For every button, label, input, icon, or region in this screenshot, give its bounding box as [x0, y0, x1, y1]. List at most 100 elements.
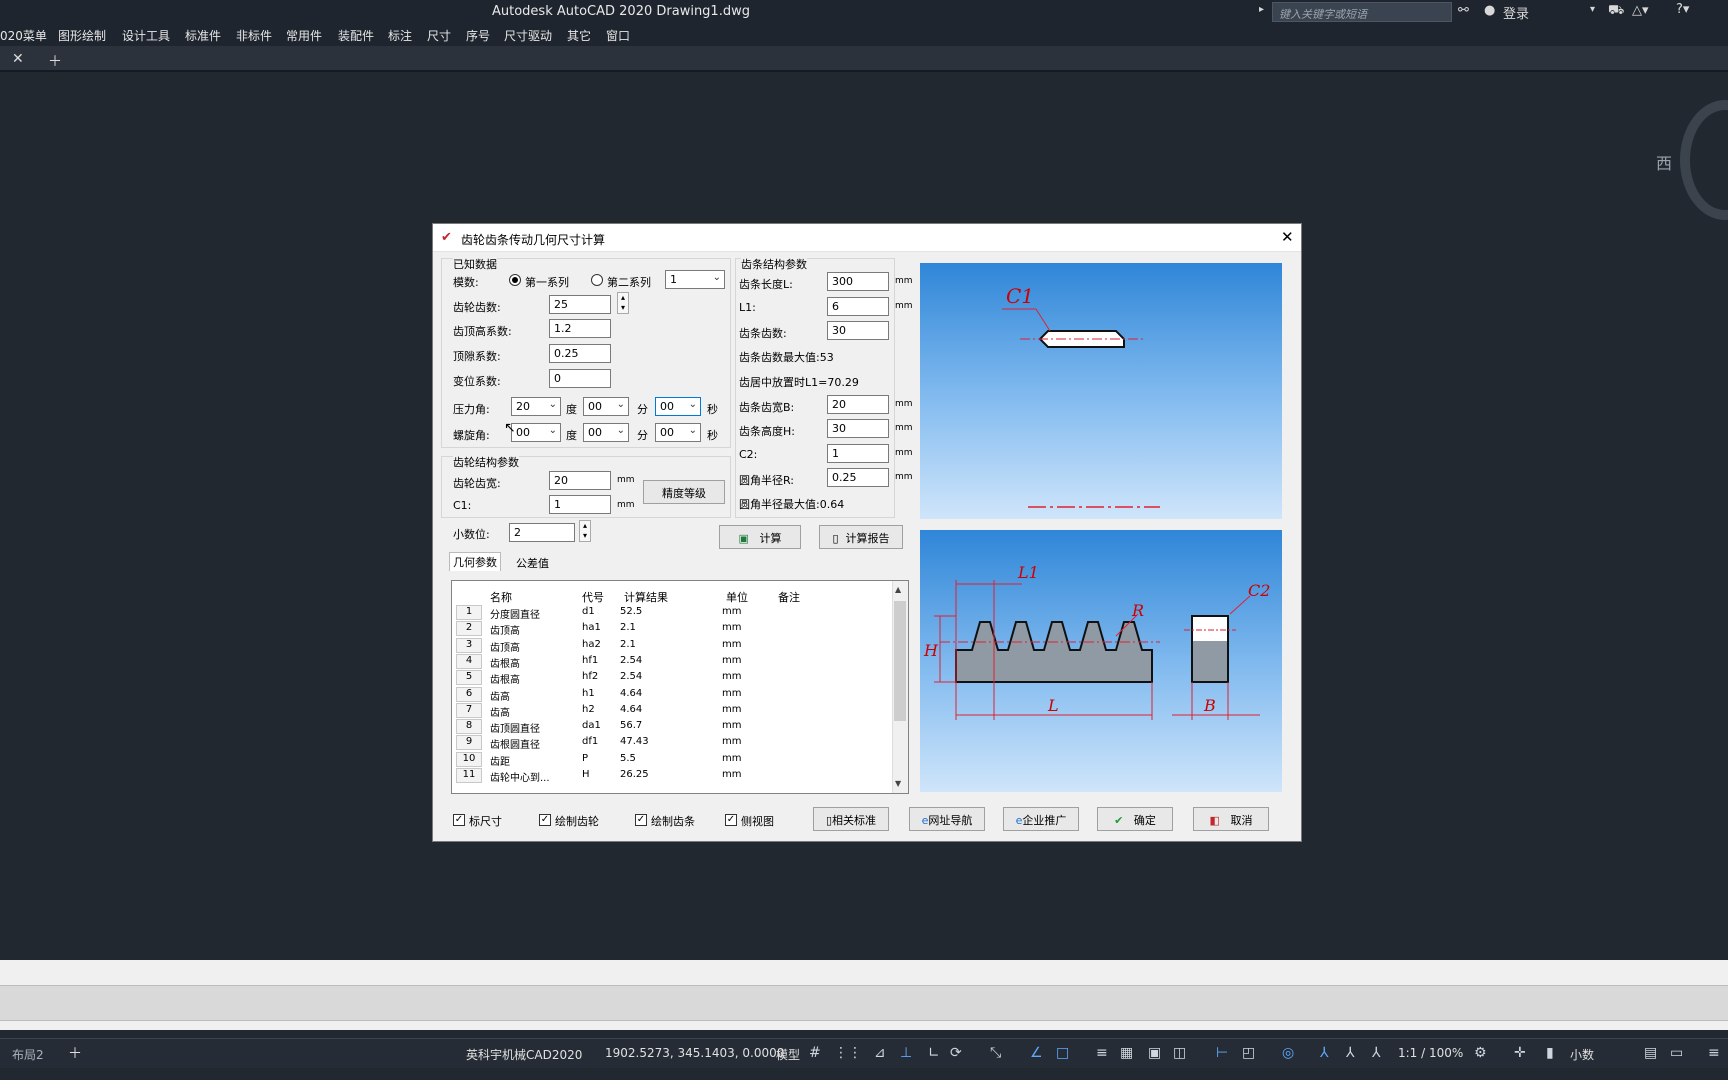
- new-tab-icon[interactable]: ＋: [48, 51, 62, 71]
- annotation-monitor-icon[interactable]: ✛: [1514, 1045, 1526, 1061]
- selection-cycling-icon[interactable]: ▣: [1148, 1045, 1161, 1061]
- enterprise-button[interactable]: e企业推广: [1003, 807, 1079, 831]
- rack-length-input[interactable]: 300: [827, 272, 889, 291]
- c2-input[interactable]: 1: [827, 444, 889, 463]
- side-view-checkbox[interactable]: ✓: [725, 814, 737, 826]
- table-row[interactable]: 3 齿顶高 ha2 2.1 mm: [452, 637, 892, 654]
- infer-icon[interactable]: ⊿: [874, 1045, 886, 1061]
- snap-icon[interactable]: ⋮⋮: [834, 1045, 862, 1061]
- row-number[interactable]: 6: [456, 686, 482, 702]
- grid-header-name[interactable]: 名称: [490, 589, 512, 605]
- osnap-icon[interactable]: □: [1056, 1045, 1069, 1061]
- auto-scale-icon[interactable]: ⅄: [1346, 1045, 1355, 1061]
- c1-input[interactable]: 1: [549, 495, 611, 514]
- row-number[interactable]: 1: [456, 605, 482, 620]
- related-standards-button[interactable]: ▯相关标准: [813, 807, 889, 831]
- object-tracking-icon[interactable]: ∠: [1030, 1045, 1043, 1061]
- menu-item-1[interactable]: 图形绘制: [58, 27, 106, 44]
- dropdown-icon[interactable]: ▾: [1590, 4, 1595, 15]
- scroll-down-icon[interactable]: ▼: [895, 779, 901, 788]
- units-value[interactable]: 小数: [1570, 1046, 1594, 1063]
- annotation-scale-value[interactable]: 1:1 / 100%: [1398, 1046, 1463, 1060]
- web-nav-button[interactable]: e网址导航: [909, 807, 985, 831]
- grid-header-unit[interactable]: 单位: [726, 589, 748, 605]
- annotation-scale-icon[interactable]: ⅄: [1372, 1045, 1381, 1061]
- precision-grade-button[interactable]: 精度等级: [643, 480, 725, 504]
- dim-checkbox-label[interactable]: 标尺寸: [469, 813, 502, 829]
- grid-header-note[interactable]: 备注: [778, 589, 800, 605]
- viewcube-west-label[interactable]: 西: [1656, 150, 1672, 174]
- menu-item-6[interactable]: 装配件: [338, 27, 374, 44]
- annotation-visibility-icon[interactable]: ⅄: [1320, 1045, 1329, 1061]
- module-select[interactable]: 1 ⌄: [665, 270, 725, 289]
- results-grid[interactable]: 名称 代号 计算结果 单位 备注 1 分度圆直径 d1 52.5 mm 2 齿顶高 ha1 2.…: [451, 580, 909, 794]
- row-number[interactable]: 8: [456, 719, 482, 735]
- menu-item-2[interactable]: 设计工具: [122, 27, 170, 44]
- helix-deg-select[interactable]: 00 ⌄: [511, 423, 561, 442]
- table-row[interactable]: 11 齿轮中心到... H 26.25 mm: [452, 768, 892, 784]
- tab-geometry[interactable]: 几何参数: [449, 552, 501, 571]
- a360-icon[interactable]: △▾: [1632, 3, 1649, 18]
- table-row[interactable]: 6 齿高 h1 4.64 mm: [452, 686, 892, 703]
- addendum-input[interactable]: 1.2: [549, 319, 611, 338]
- rack-width-input[interactable]: 20: [827, 395, 889, 414]
- dynamic-input-icon[interactable]: ⊥: [900, 1045, 912, 1061]
- series1-radio[interactable]: [509, 274, 521, 286]
- report-button[interactable]: ▯ 计算报告: [819, 525, 903, 549]
- selection-filter-icon[interactable]: ◰: [1242, 1045, 1255, 1061]
- ortho-icon[interactable]: ∟: [928, 1045, 940, 1061]
- helix-min-select[interactable]: 00 ⌄: [583, 423, 629, 442]
- table-row[interactable]: 10 齿距 P 5.5 mm: [452, 751, 892, 768]
- side-view-label[interactable]: 侧视图: [741, 813, 774, 829]
- menu-item-8[interactable]: 尺寸: [427, 27, 451, 44]
- help-icon[interactable]: ?▾: [1676, 2, 1689, 17]
- draw-rack-checkbox[interactable]: ✓: [635, 814, 647, 826]
- pressure-deg-select[interactable]: 20 ⌄: [511, 397, 561, 416]
- teeth-input[interactable]: 25: [549, 295, 611, 314]
- search-input[interactable]: 键入关键字或短语: [1272, 2, 1452, 22]
- teeth-spinner[interactable]: ▴ ▾: [617, 292, 629, 314]
- customize-icon[interactable]: ≡: [1708, 1045, 1720, 1061]
- dialog-close-icon[interactable]: ✕: [1281, 228, 1294, 246]
- cancel-button[interactable]: ◧ 取消: [1193, 807, 1269, 831]
- table-row[interactable]: 9 齿根圆直径 df1 47.43 mm: [452, 735, 892, 751]
- coordinates-readout[interactable]: 1902.5273, 345.1403, 0.0000: [605, 1046, 784, 1060]
- menu-item-12[interactable]: 窗口: [606, 27, 630, 44]
- quick-properties-icon[interactable]: ▤: [1644, 1045, 1657, 1061]
- workspace-gear-icon[interactable]: ⚙: [1474, 1045, 1487, 1061]
- table-row[interactable]: 2 齿顶高 ha1 2.1 mm: [452, 621, 892, 637]
- calculate-button[interactable]: ▣ 计算: [719, 525, 801, 549]
- draw-gear-checkbox[interactable]: ✓: [539, 814, 551, 826]
- login-link[interactable]: 登录: [1503, 3, 1529, 22]
- menu-item-7[interactable]: 标注: [388, 27, 412, 44]
- dyn-ucs-icon[interactable]: ⊢: [1216, 1045, 1228, 1061]
- menu-item-10[interactable]: 尺寸驱动: [504, 27, 552, 44]
- table-row[interactable]: 1 分度圆直径 d1 52.5 mm: [452, 605, 892, 621]
- shift-input[interactable]: 0: [549, 369, 611, 388]
- row-number[interactable]: 4: [456, 653, 482, 669]
- menu-item-9[interactable]: 序号: [466, 27, 490, 44]
- close-tab-icon[interactable]: ✕: [12, 51, 24, 67]
- dim-checkbox[interactable]: ✓: [453, 814, 465, 826]
- l1-input[interactable]: 6: [827, 297, 889, 316]
- ok-button[interactable]: ✔ 确定: [1097, 807, 1173, 831]
- 3d-osnap-icon[interactable]: ◫: [1173, 1045, 1186, 1061]
- add-layout-icon[interactable]: ＋: [68, 1043, 82, 1063]
- polar-icon[interactable]: ⟳: [950, 1045, 962, 1061]
- series1-label[interactable]: 第一系列: [525, 274, 569, 290]
- decimals-spinner[interactable]: ▴ ▾: [579, 520, 591, 542]
- menu-item-0[interactable]: 020菜单: [0, 27, 47, 44]
- tab-tolerance[interactable]: 公差值: [513, 554, 552, 572]
- menu-item-4[interactable]: 非标件: [236, 27, 272, 44]
- transparency-icon[interactable]: ▦: [1120, 1045, 1133, 1061]
- menu-item-5[interactable]: 常用件: [286, 27, 322, 44]
- units-icon[interactable]: ▮: [1546, 1045, 1554, 1061]
- table-row[interactable]: 7 齿高 h2 4.64 mm: [452, 702, 892, 719]
- draw-rack-label[interactable]: 绘制齿条: [651, 813, 695, 829]
- gizmo-icon[interactable]: ◎: [1282, 1045, 1294, 1061]
- binoculars-icon[interactable]: ⚯: [1458, 3, 1469, 18]
- row-number[interactable]: 2: [456, 621, 482, 637]
- rack-height-input[interactable]: 30: [827, 419, 889, 438]
- clearance-input[interactable]: 0.25: [549, 344, 611, 363]
- grid-scroll-thumb[interactable]: [894, 601, 906, 721]
